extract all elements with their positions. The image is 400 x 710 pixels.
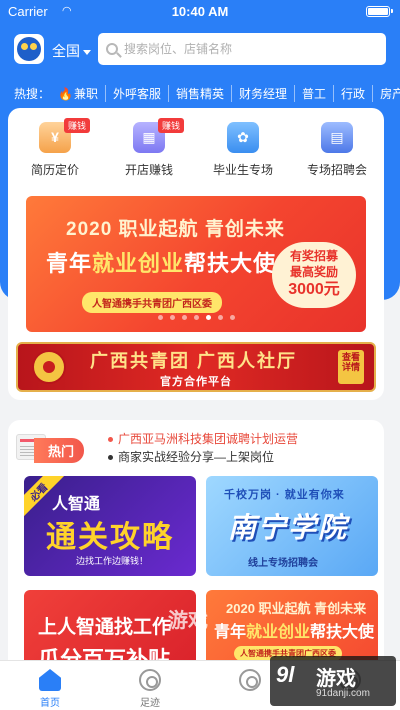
tile-graduate-zone[interactable]: ✿ 毕业生专场 — [196, 122, 290, 178]
battery-icon — [366, 6, 393, 17]
earn-badge: 赚钱 — [158, 118, 185, 133]
carousel-dot[interactable] — [205, 315, 211, 320]
hot-keyword[interactable]: 行政 — [333, 84, 372, 102]
hot-search-label: 热搜： — [14, 86, 51, 101]
clock: 10:40 AM — [171, 4, 229, 19]
tile-resume-pricing[interactable]: ¥ 赚钱 简历定价 — [8, 118, 102, 178]
partner-subtitle: 官方合作平台 — [160, 376, 232, 388]
message-icon — [239, 669, 261, 691]
carousel-dot[interactable] — [229, 315, 235, 320]
hot-keyword[interactable]: 🔥兼职 — [58, 85, 105, 102]
carousel-dot[interactable] — [169, 315, 175, 320]
carousel-dot[interactable] — [193, 315, 199, 320]
promo-guide[interactable]: 必看 人智通 通关攻略 边找工作边赚钱！ — [24, 476, 196, 576]
partner-title: 广西共青团 广西人社厅 — [90, 351, 297, 371]
tile-label: 专场招聘会 — [306, 163, 367, 177]
search-icon — [106, 43, 118, 55]
feature-tiles: ¥ 赚钱 简历定价 ▦ 赚钱 开店赚钱 ✿ 毕业生专场 ▤ 专场招聘会 — [8, 118, 384, 178]
partner-banner[interactable]: 广西共青团 广西人社厅 官方合作平台 查看详情 — [16, 342, 376, 392]
job-fair-icon: ▤ — [321, 122, 353, 153]
carousel-dot[interactable] — [181, 315, 187, 320]
main-card: ¥ 赚钱 简历定价 ▦ 赚钱 开店赚钱 ✿ 毕业生专场 ▤ 专场招聘会 2020… — [8, 108, 384, 400]
site-watermark: 9l 游戏 91danji.com — [270, 656, 396, 706]
hot-keyword[interactable]: 房产 — [372, 84, 400, 102]
banner-headline: 2020 职业起航 青创未来 — [66, 219, 285, 240]
city-label: 全国 — [52, 43, 80, 59]
ticker-item[interactable]: 商家实战经验分享—上架岗位 — [108, 448, 298, 466]
graduate-icon: ✿ — [227, 122, 259, 153]
tab-footprint[interactable]: 足迹 — [100, 661, 200, 710]
watermark-text: 游戏 — [316, 668, 356, 690]
city-selector[interactable]: 全国 — [52, 41, 91, 61]
status-bar: Carrier ◠ 10:40 AM — [0, 0, 400, 22]
earn-badge: 赚钱 — [64, 118, 91, 133]
carousel-dot[interactable] — [157, 315, 163, 320]
tile-job-fair[interactable]: ▤ 专场招聘会 — [290, 122, 384, 178]
details-stamp: 查看详情 — [338, 350, 364, 384]
fire-icon: 🔥 — [58, 86, 73, 101]
watermark-url: 91danji.com — [316, 688, 370, 699]
hot-keyword[interactable]: 普工 — [294, 84, 333, 102]
watermark-logo: 9l — [276, 662, 295, 687]
carousel-dot[interactable] — [217, 315, 223, 320]
watermark-overlay: 游戏 — [168, 610, 208, 632]
search-bar[interactable] — [98, 33, 386, 65]
promo-nanning-college[interactable]: 千校万岗 · 就业有你来 南宁学院 线上专场招聘会 — [206, 476, 378, 576]
hot-tag: 热门 — [34, 438, 85, 463]
tile-label: 开店赚钱 — [124, 163, 173, 177]
footprint-icon — [139, 669, 161, 691]
app-logo[interactable] — [14, 34, 44, 64]
caret-down-icon — [83, 49, 91, 55]
banner-subtitle: 人智通携手共青团广西区委 — [82, 292, 222, 313]
hot-ticker[interactable]: 广西亚马洲科技集团诚聘计划运营 商家实战经验分享—上架岗位 — [108, 430, 298, 466]
app-logo-icon — [17, 37, 41, 61]
hot-header: 热门 — [16, 428, 112, 472]
hot-search-row: 热搜： 🔥兼职 外呼客服 销售精英 财务经理 普工 行政 房产 — [14, 84, 400, 102]
hot-keyword[interactable]: 外呼客服 — [104, 84, 168, 102]
tile-label: 毕业生专场 — [212, 163, 273, 177]
search-input[interactable] — [124, 42, 364, 56]
tile-open-shop[interactable]: ▦ 赚钱 开店赚钱 — [102, 118, 196, 178]
hot-keyword[interactable]: 财务经理 — [231, 84, 294, 102]
reward-bubble: 有奖招募 最高奖励 3000元 — [272, 242, 356, 308]
hot-keyword[interactable]: 销售精英 — [168, 84, 231, 102]
home-icon — [39, 669, 61, 691]
banner-title: 青年就业创业帮扶大使 — [46, 251, 277, 276]
carousel-banner[interactable]: 2020 职业起航 青创未来 青年就业创业帮扶大使 人智通携手共青团广西区委 有… — [26, 196, 366, 332]
carousel-dots[interactable] — [26, 315, 366, 320]
tile-label: 简历定价 — [30, 163, 79, 177]
ticker-item[interactable]: 广西亚马洲科技集团诚聘计划运营 — [108, 430, 298, 448]
tab-home[interactable]: 首页 — [0, 661, 100, 710]
